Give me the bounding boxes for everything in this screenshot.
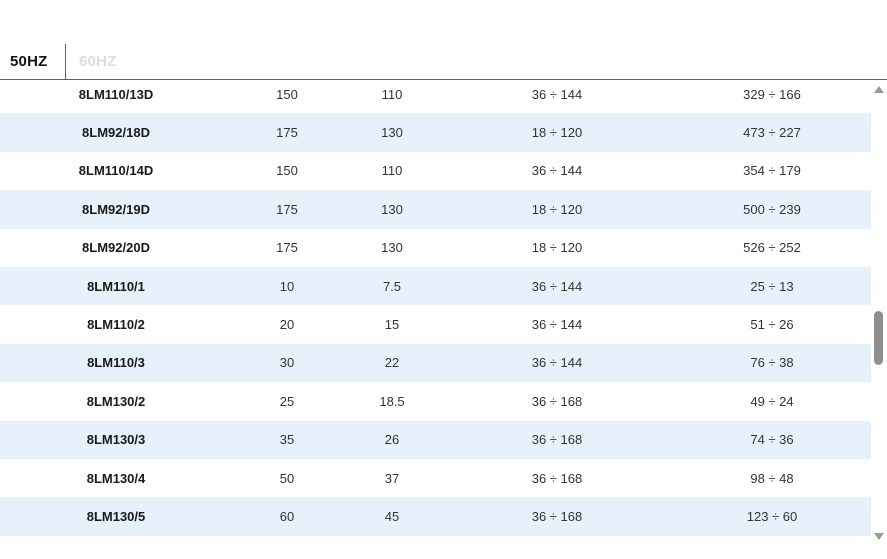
power-hp-cell: 110: [381, 163, 403, 179]
flow-range-cell: 36 ÷ 168: [531, 393, 583, 409]
power-kw-cell: 10: [279, 278, 295, 294]
head-range-cell: 51 ÷ 26: [750, 317, 794, 333]
flow-range-cell: 36 ÷ 168: [531, 509, 583, 525]
model-cell: 8LM92/20D: [82, 240, 150, 256]
power-hp-cell: 110: [381, 86, 403, 102]
head-range-cell: 98 ÷ 48: [750, 470, 794, 486]
power-hp-cell: 22: [384, 355, 400, 371]
model-cell: 8LM130/5: [86, 509, 146, 525]
power-hp-cell: 7.5: [382, 278, 402, 294]
power-hp-cell: 45: [384, 509, 400, 525]
tab-60hz[interactable]: 60HZ: [79, 44, 116, 79]
table-row: 8LM110/2 20 15 36 ÷ 144 51 ÷ 26: [0, 305, 871, 343]
model-cell: 8LM92/19D: [82, 201, 150, 217]
power-kw-cell: 25: [279, 393, 295, 409]
power-kw-cell: 175: [276, 240, 298, 256]
table-row: 8LM110/14D 150 110 36 ÷ 144 354 ÷ 179: [0, 152, 871, 190]
flow-range-cell: 18 ÷ 120: [531, 125, 583, 141]
power-kw-cell: 175: [276, 125, 298, 141]
model-cell: 8LM110/13D: [78, 86, 154, 102]
power-kw-cell: 35: [279, 432, 295, 448]
model-cell: 8LM130/2: [86, 393, 146, 409]
head-range-cell: 473 ÷ 227: [743, 125, 801, 141]
head-range-cell: 500 ÷ 239: [743, 201, 801, 217]
head-range-cell: 25 ÷ 13: [750, 278, 794, 294]
scroll-thumb[interactable]: [874, 311, 883, 365]
head-range-cell: 76 ÷ 38: [750, 355, 794, 371]
model-cell: 8LM110/3: [87, 355, 145, 371]
power-kw-cell: 150: [276, 163, 298, 179]
head-range-cell: 74 ÷ 36: [750, 432, 794, 448]
table-row: 8LM130/3 35 26 36 ÷ 168 74 ÷ 36: [0, 420, 871, 459]
tab-divider: [65, 44, 66, 79]
frequency-tabs: 50HZ 60HZ: [0, 44, 887, 80]
table-row: 8LM92/20D 175 130 18 ÷ 120 526 ÷ 252: [0, 229, 871, 267]
table-row: 8LM130/4 50 37 36 ÷ 168 98 ÷ 48: [0, 459, 871, 497]
flow-range-cell: 18 ÷ 120: [531, 201, 583, 217]
table-row: 8LM92/19D 175 130 18 ÷ 120 500 ÷ 239: [0, 190, 871, 229]
page: 50HZ 60HZ 8LM110/13D 150 110 36 ÷ 144 329 ÷ …: [0, 0, 887, 559]
power-hp-cell: 130: [381, 125, 403, 141]
flow-range-cell: 36 ÷ 144: [531, 355, 583, 371]
power-hp-cell: 130: [381, 240, 403, 256]
table-row: 8LM110/3 30 22 36 ÷ 144 76 ÷ 38: [0, 343, 871, 383]
power-hp-cell: 130: [381, 201, 403, 217]
power-hp-cell: 37: [384, 470, 400, 486]
flow-range-cell: 36 ÷ 144: [531, 317, 583, 333]
flow-range-cell: 18 ÷ 120: [531, 240, 583, 256]
head-range-cell: 526 ÷ 252: [743, 240, 801, 256]
model-cell: 8LM130/4: [86, 470, 146, 486]
table-row: 8LM92/18D 175 130 18 ÷ 120 473 ÷ 227: [0, 113, 871, 152]
table-row: 8LM110/13D 150 110 36 ÷ 144 329 ÷ 166: [0, 80, 871, 113]
flow-range-cell: 36 ÷ 144: [531, 278, 583, 294]
model-cell: 8LM110/2: [87, 317, 145, 333]
chevron-up-icon[interactable]: [874, 86, 884, 93]
flow-range-cell: 36 ÷ 144: [531, 86, 583, 102]
chevron-down-icon[interactable]: [874, 533, 884, 540]
tab-50hz[interactable]: 50HZ: [10, 44, 47, 79]
head-range-cell: 49 ÷ 24: [750, 393, 794, 409]
flow-range-cell: 36 ÷ 144: [531, 163, 583, 179]
vertical-scrollbar[interactable]: [871, 80, 887, 559]
table-row: 8LM130/5 60 45 36 ÷ 168 123 ÷ 60: [0, 497, 871, 536]
model-cell: 8LM110/14D: [78, 163, 154, 179]
flow-range-cell: 36 ÷ 168: [531, 470, 583, 486]
head-range-cell: 354 ÷ 179: [743, 163, 801, 179]
pump-data-table: 8LM110/13D 150 110 36 ÷ 144 329 ÷ 166 8LM92/1…: [0, 80, 871, 559]
table-row: 8LM130/2 25 18.5 36 ÷ 168 49 ÷ 24: [0, 382, 871, 420]
model-cell: 8LM110/1: [87, 278, 145, 294]
power-kw-cell: 60: [279, 509, 295, 525]
model-cell: 8LM130/3: [86, 432, 146, 448]
flow-range-cell: 36 ÷ 168: [531, 432, 583, 448]
power-kw-cell: 175: [276, 201, 298, 217]
power-hp-cell: 15: [384, 317, 400, 333]
power-kw-cell: 50: [279, 470, 295, 486]
power-kw-cell: 30: [279, 355, 295, 371]
model-cell: 8LM92/18D: [82, 125, 150, 141]
power-kw-cell: 150: [276, 86, 298, 102]
table-row: 8LM110/1 10 7.5 36 ÷ 144 25 ÷ 13: [0, 267, 871, 306]
head-range-cell: 329 ÷ 166: [743, 86, 801, 102]
power-hp-cell: 18.5: [379, 393, 405, 409]
head-range-cell: 123 ÷ 60: [746, 509, 798, 525]
power-hp-cell: 26: [384, 432, 400, 448]
power-kw-cell: 20: [279, 317, 295, 333]
